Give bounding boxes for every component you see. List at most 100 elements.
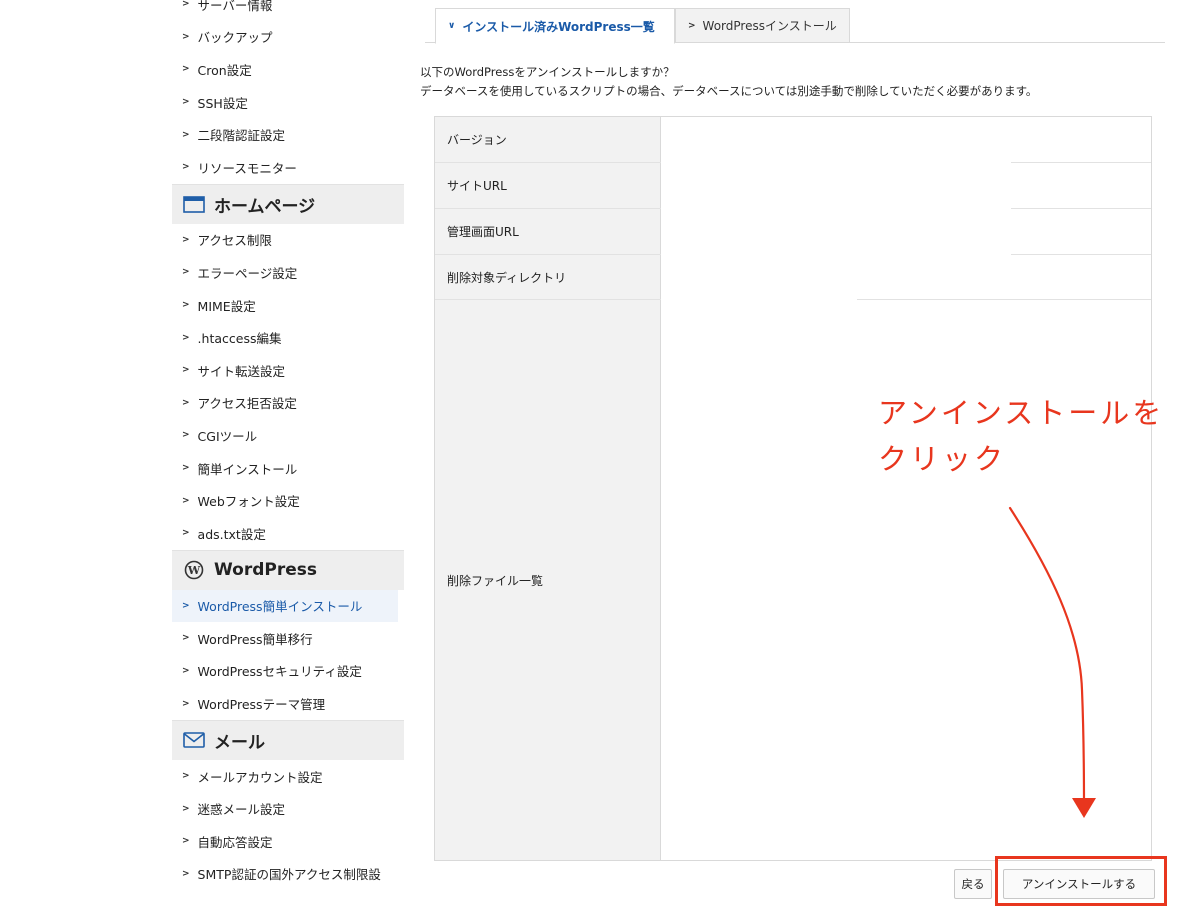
annotation-text: アンインストールを [878,396,1165,430]
row-value [661,255,1151,299]
section-header-homepage: ホームページ [172,183,404,224]
chevron-right-icon: > [182,430,190,441]
chevron-right-icon: > [182,97,190,108]
sidebar-item-cron[interactable]: > Cron設定 [172,53,404,86]
chevron-down-icon: ∨ [448,21,456,31]
sidebar-item-label: 簡単インストール [197,461,298,477]
sidebar-item-label: WordPressセキュリティ設定 [197,664,362,680]
sidebar-item-label: WordPressテーマ管理 [197,697,326,713]
sidebar-item-label: ads.txt設定 [197,526,266,542]
tab-wordpress-install[interactable]: > WordPressインストール [675,8,850,43]
sidebar-item-htaccess[interactable]: > .htaccess編集 [172,321,404,354]
sidebar-item-error-page[interactable]: > エラーページ設定 [172,256,404,289]
chevron-right-icon: > [182,129,190,140]
sidebar-item-mail-account[interactable]: > メールアカウント設定 [172,760,404,793]
tab-label: WordPressインストール [702,19,837,33]
chevron-right-icon: > [182,300,190,311]
sidebar-item-label: CGIツール [197,428,258,444]
chevron-right-icon: > [182,0,190,10]
chevron-right-icon: > [182,495,190,506]
row-value [661,209,1151,254]
annotation-text: クリック [878,442,1007,476]
row-header: バージョン [435,117,661,162]
sidebar-item-label: アクセス拒否設定 [197,396,297,412]
section-header-mail: メール [172,719,404,760]
svg-text:W: W [187,564,201,577]
sidebar-item-site-redirect[interactable]: > サイト転送設定 [172,354,404,387]
chevron-right-icon: > [182,665,190,676]
chevron-right-icon: > [182,267,190,278]
chevron-right-icon: > [182,633,190,644]
sidebar-item-wp-theme[interactable]: > WordPressテーマ管理 [172,687,404,720]
table-row-version: バージョン [435,117,1151,162]
database-note: データベースを使用しているスクリプトの場合、データベースについては別途手動で削除… [420,84,1038,98]
confirm-message: 以下のWordPressをアンインストールしますか？ [420,65,675,79]
back-button[interactable]: 戻る [954,869,992,899]
sidebar-item-wp-security[interactable]: > WordPressセキュリティ設定 [172,655,404,688]
tab-bar: ∨ インストール済みWordPress一覧 > WordPressインストール [425,8,1165,44]
sidebar-item-label: バックアップ [197,30,273,46]
sidebar-item-smtp-restriction[interactable]: > SMTP認証の国外アクセス制限設 [172,858,404,891]
chevron-right-icon: > [182,397,190,408]
sidebar-item-label: サイト転送設定 [197,363,286,379]
sidebar-item-backup[interactable]: > バックアップ [172,21,404,54]
chevron-right-icon: > [182,600,190,611]
chevron-right-icon: > [182,698,190,709]
sidebar-item-resource-monitor[interactable]: > リソースモニター [172,151,404,184]
chevron-right-icon: > [182,162,190,173]
wordpress-logo-icon: W [182,560,206,580]
sidebar-item-mime[interactable]: > MIME設定 [172,289,404,322]
chevron-right-icon: > [182,836,190,847]
sidebar-item-access-restriction[interactable]: > アクセス制限 [172,224,404,257]
sidebar: > サーバー情報 > バックアップ > Cron設定 > SSH設定 > 二段階認証設定 … [172,0,404,911]
chevron-right-icon: > [182,64,190,75]
row-value [661,163,1151,208]
sidebar-item-label: Cron設定 [197,62,252,78]
table-row-target-directory: 削除対象ディレクトリ [435,255,1151,299]
sidebar-item-label: WordPress簡単インストール [197,599,363,615]
sidebar-item-label: サーバー情報 [197,0,273,13]
sidebar-item-label: 自動応答設定 [197,834,273,850]
section-title: メール [214,732,265,753]
sidebar-item-label: SSH設定 [197,95,248,111]
sidebar-item-wp-easy-install[interactable]: > WordPress簡単インストール [172,589,398,623]
annotation-arrow-icon [1008,506,1096,818]
sidebar-item-label: エラーページ設定 [197,265,298,281]
sidebar-item-label: .htaccess編集 [197,331,282,347]
sidebar-item-label: MIME設定 [197,298,256,314]
sidebar-item-ads-txt[interactable]: > ads.txt設定 [172,517,404,550]
chevron-right-icon: > [182,365,190,376]
sidebar-item-label: WordPress簡単移行 [197,631,313,647]
sidebar-item-label: リソースモニター [197,160,297,176]
row-header: 削除ファイル一覧 [435,300,661,860]
chevron-right-icon: > [182,771,190,782]
browser-window-icon [182,194,206,214]
chevron-right-icon: > [182,332,190,343]
sidebar-item-web-font[interactable]: > Webフォント設定 [172,484,404,517]
sidebar-item-label: Webフォント設定 [197,494,300,510]
tab-installed-wordpress[interactable]: ∨ インストール済みWordPress一覧 [435,8,675,44]
sidebar-item-ssh[interactable]: > SSH設定 [172,86,404,119]
table-row-admin-url: 管理画面URL [435,209,1151,254]
sidebar-item-server-info[interactable]: > サーバー情報 [172,0,404,21]
sidebar-item-wp-migrate[interactable]: > WordPress簡単移行 [172,622,404,655]
table-row-site-url: サイトURL [435,163,1151,208]
section-header-wordpress: W WordPress [172,549,404,590]
sidebar-item-spam[interactable]: > 迷惑メール設定 [172,792,404,825]
chevron-right-icon: > [182,528,190,539]
sidebar-item-2fa[interactable]: > 二段階認証設定 [172,118,404,151]
highlight-box [995,856,1167,906]
chevron-right-icon: > [182,463,190,474]
tab-label: インストール済みWordPress一覧 [462,19,655,34]
sidebar-item-cgi-tools[interactable]: > CGIツール [172,419,404,452]
sidebar-item-label: SMTP認証の国外アクセス制限設 [197,867,381,883]
section-title: WordPress [214,560,317,580]
chevron-right-icon: > [182,803,190,814]
row-header: 管理画面URL [435,209,661,254]
row-header: 削除対象ディレクトリ [435,255,661,299]
sidebar-item-auto-reply[interactable]: > 自動応答設定 [172,825,404,858]
sidebar-item-easy-install[interactable]: > 簡単インストール [172,452,404,485]
sidebar-item-label: 迷惑メール設定 [197,802,286,818]
sidebar-item-access-deny[interactable]: > アクセス拒否設定 [172,387,404,420]
chevron-right-icon: > [688,20,696,31]
